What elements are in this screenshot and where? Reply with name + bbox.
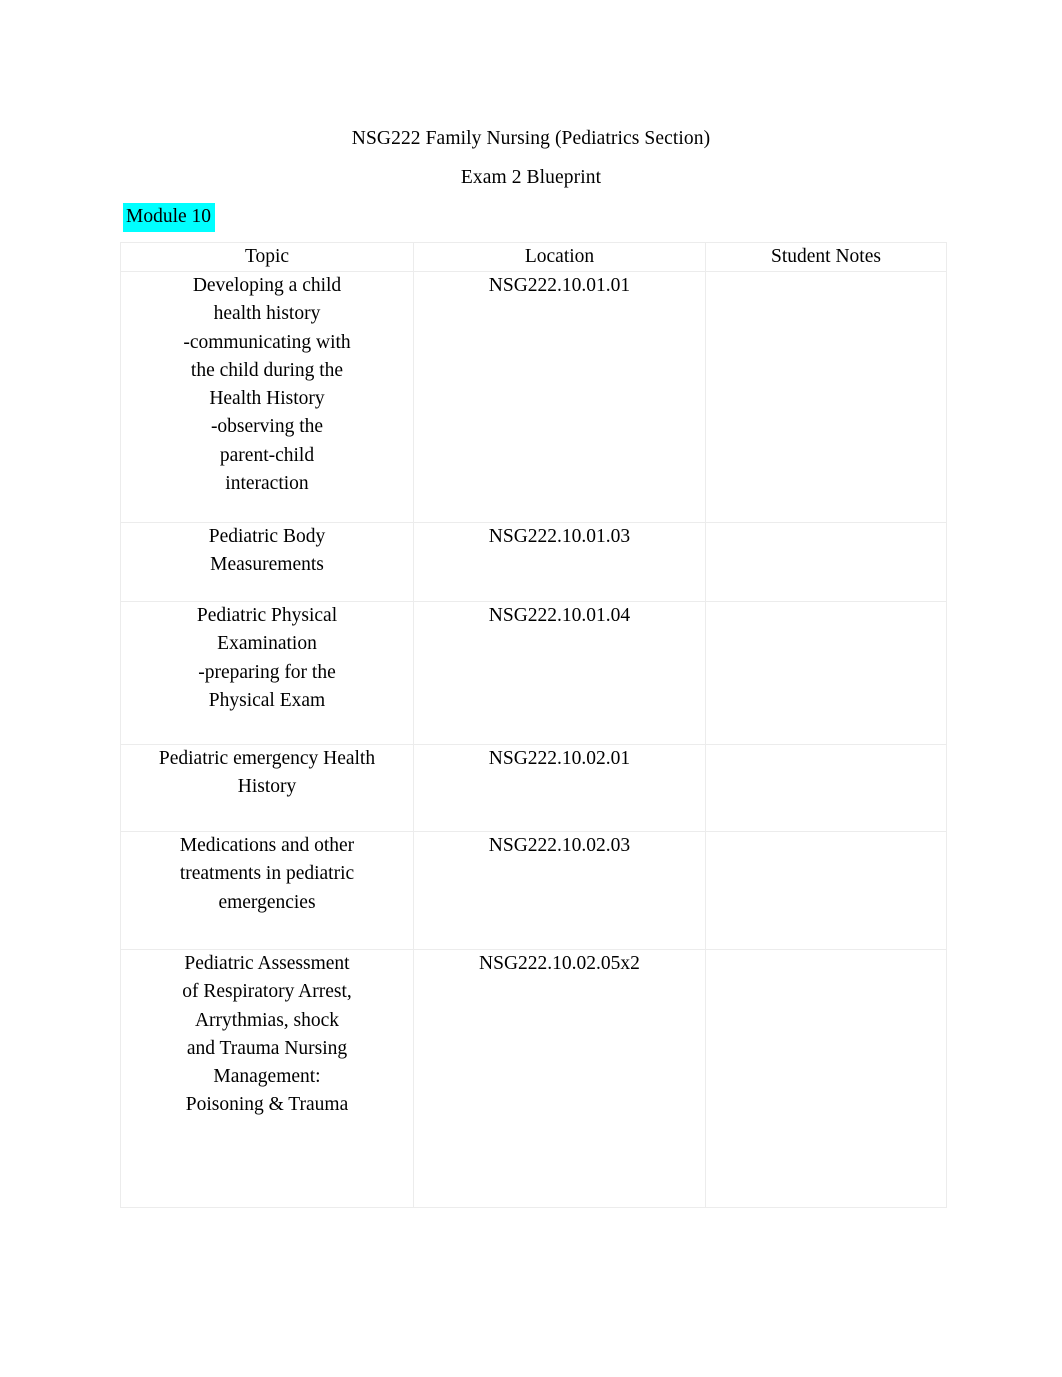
table-row: Pediatric Assessment of Respiratory Arre… [120, 949, 947, 1208]
table-row: Pediatric Body Measurements NSG222.10.01.… [120, 522, 947, 602]
location-code: NSG222.10.02.01 [488, 748, 631, 769]
location-code: NSG222.10.02.05x2 [479, 953, 640, 974]
cell-student-notes[interactable] [705, 744, 947, 832]
cell-location: NSG222.10.02.03 [413, 831, 706, 950]
cell-student-notes[interactable] [705, 949, 947, 1208]
table-body: Developing a child health history -commu… [120, 271, 947, 1208]
cell-topic: Developing a child health history -commu… [120, 271, 414, 523]
cell-student-notes[interactable] [705, 601, 947, 745]
cell-student-notes[interactable] [705, 522, 947, 602]
column-header-notes: Student Notes [705, 242, 947, 272]
location-code: NSG222.10.01.03 [488, 526, 631, 547]
location-code: NSG222.10.01.04 [488, 605, 631, 626]
table-header-row: Topic Location Student Notes [120, 242, 947, 272]
cell-location: NSG222.10.02.01 [413, 744, 706, 832]
document-page: NSG222 Family Nursing (Pediatrics Sectio… [0, 0, 1062, 1377]
topic-text: Developing a child health history -commu… [183, 275, 351, 494]
topic-text: Pediatric Assessment of Respiratory Arre… [182, 953, 352, 1116]
module-heading-highlighted: Module 10 [123, 203, 216, 233]
table-header: Topic Location Student Notes [120, 242, 947, 272]
document-title-secondary: Exam 2 Blueprint [460, 167, 602, 188]
column-header-topic: Topic [120, 242, 414, 272]
column-header-location: Location [413, 242, 706, 272]
topic-text: Pediatric Physical Examination -preparin… [196, 605, 338, 711]
cell-location: NSG222.10.01.03 [413, 522, 706, 602]
topic-text: Pediatric Body Measurements [208, 526, 326, 576]
topic-text: Pediatric emergency Health History [158, 748, 376, 798]
cell-student-notes[interactable] [705, 271, 947, 523]
location-code: NSG222.10.02.03 [488, 835, 631, 856]
cell-topic: Pediatric emergency Health History [120, 744, 414, 832]
blueprint-table: Topic Location Student Notes Developing … [120, 242, 947, 1208]
cell-location: NSG222.10.02.05x2 [413, 949, 706, 1208]
location-code: NSG222.10.01.01 [488, 275, 631, 296]
topic-text: Medications and other treatments in pedi… [179, 835, 355, 913]
cell-location: NSG222.10.01.04 [413, 601, 706, 745]
table-row: Developing a child health history -commu… [120, 271, 947, 523]
cell-topic: Pediatric Assessment of Respiratory Arre… [120, 949, 414, 1208]
table-row: Pediatric Physical Examination -preparin… [120, 601, 947, 745]
module-heading-container: Module 10 [123, 203, 216, 233]
cell-topic: Medications and other treatments in pedi… [120, 831, 414, 950]
table-row: Pediatric emergency Health History NSG222… [120, 744, 947, 832]
document-title-primary: NSG222 Family Nursing (Pediatrics Sectio… [351, 128, 711, 149]
cell-location: NSG222.10.01.01 [413, 271, 706, 523]
table-row: Medications and other treatments in pedi… [120, 831, 947, 950]
cell-topic: Pediatric Body Measurements [120, 522, 414, 602]
cell-student-notes[interactable] [705, 831, 947, 950]
cell-topic: Pediatric Physical Examination -preparin… [120, 601, 414, 745]
